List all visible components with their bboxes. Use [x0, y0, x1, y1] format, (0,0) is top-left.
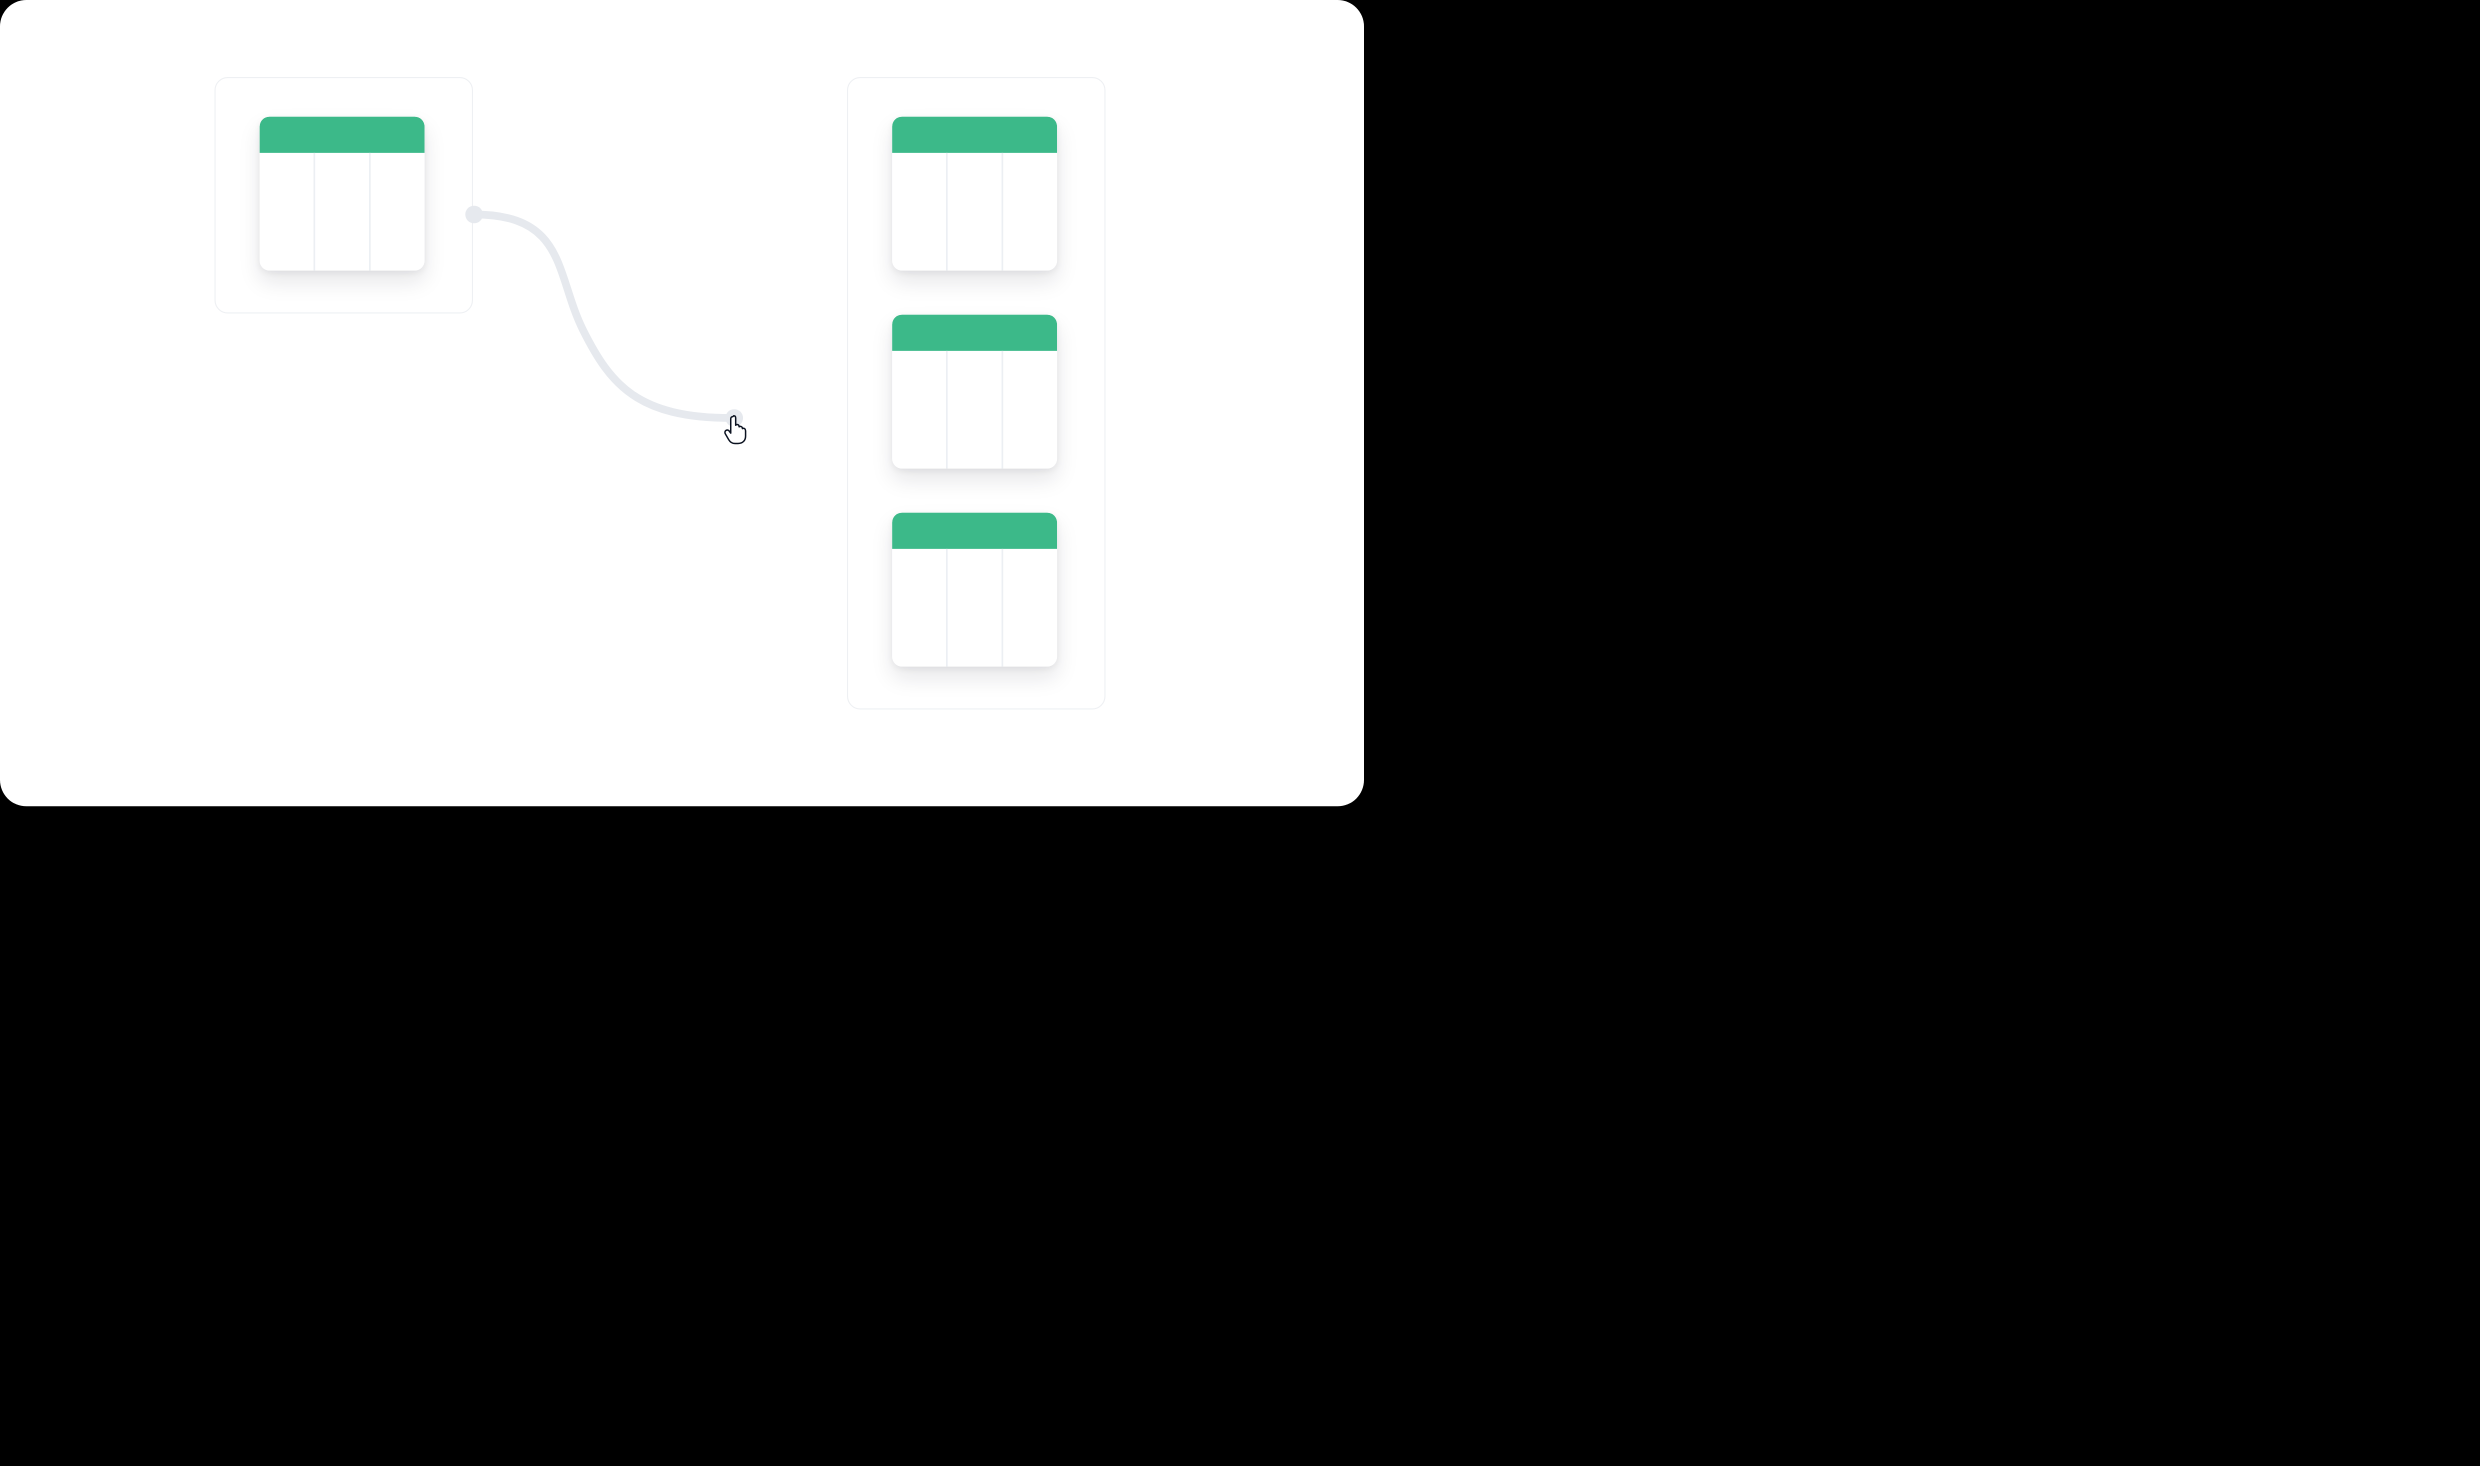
diagram-canvas [0, 0, 1364, 806]
table-icon [892, 117, 1057, 271]
table-header-bar [260, 117, 425, 153]
table-column [892, 351, 948, 469]
table-column [1003, 351, 1057, 469]
table-icon [260, 117, 425, 271]
table-column [948, 351, 1004, 469]
table-header-bar [892, 117, 1057, 153]
table-column [948, 549, 1004, 667]
table-column [892, 153, 948, 271]
table-header-bar [892, 513, 1057, 549]
table-column [1003, 549, 1057, 667]
table-column [371, 153, 425, 271]
table-column [892, 549, 948, 667]
table-column [948, 153, 1004, 271]
table-header-bar [892, 315, 1057, 351]
table-icon [892, 513, 1057, 667]
table-column [1003, 153, 1057, 271]
source-node-card[interactable] [215, 77, 474, 314]
connector-curve[interactable] [0, 0, 1364, 806]
table-icon [892, 315, 1057, 469]
connector-path[interactable] [474, 215, 731, 419]
pointer-hand-icon [721, 413, 754, 446]
table-column [315, 153, 371, 271]
target-node-card[interactable] [847, 77, 1106, 710]
table-column [260, 153, 316, 271]
